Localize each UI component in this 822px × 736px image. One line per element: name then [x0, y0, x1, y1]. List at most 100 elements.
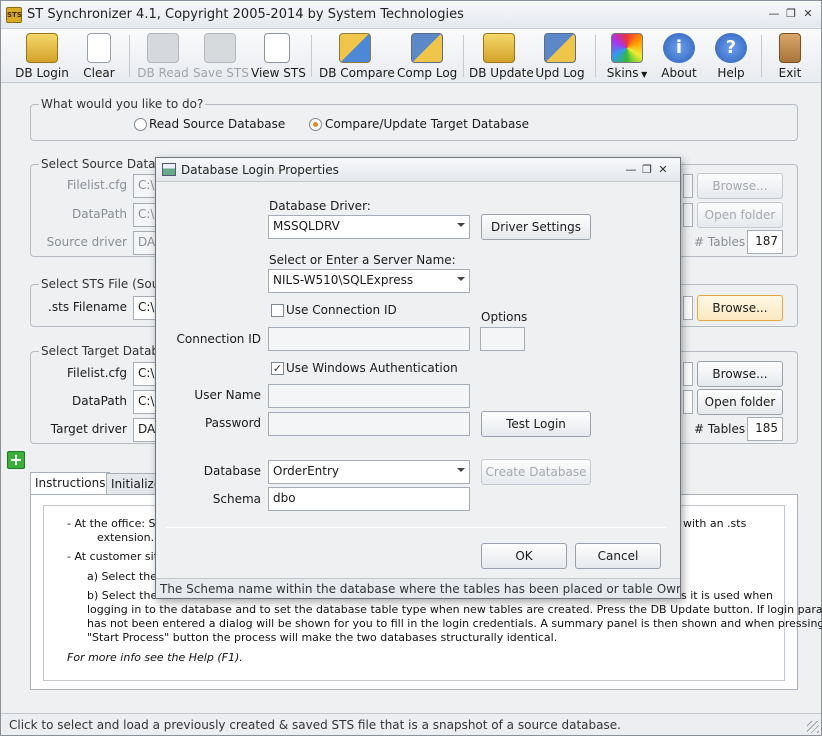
sts-filename-label: .sts Filename	[48, 300, 127, 314]
instructions-text: "Start Process" button the process will …	[87, 631, 558, 644]
instructions-text: logging in to the database and to set th…	[87, 603, 822, 616]
help-icon: ?	[715, 33, 747, 63]
toolbar-separator	[311, 35, 312, 77]
update-log-icon	[544, 33, 576, 63]
instructions-text: extension.	[97, 531, 155, 544]
target-open-folder-button[interactable]: Open folder	[697, 389, 783, 415]
create-database-button[interactable]: Create Database	[481, 459, 591, 485]
exit-door-icon	[779, 33, 801, 63]
view-document-icon	[264, 33, 290, 63]
cancel-button[interactable]: Cancel	[575, 543, 661, 569]
target-datapath-label: DataPath	[71, 394, 127, 408]
db-read-button[interactable]: DB Read	[137, 31, 189, 81]
source-open-folder-button[interactable]: Open folder	[697, 202, 783, 228]
add-plus-icon[interactable]: +	[7, 451, 25, 469]
dialog-divider	[166, 527, 666, 528]
instructions-text: has not been entered a dialog will be sh…	[87, 617, 822, 630]
database-compare-icon	[339, 33, 371, 63]
dialog-title: Database Login Properties	[181, 163, 339, 177]
read-source-label[interactable]: Read Source Database	[149, 117, 285, 131]
view-sts-button[interactable]: View STS	[251, 31, 306, 81]
chevron-down-icon	[457, 223, 465, 227]
sts-filename-field-end	[683, 296, 693, 320]
ok-button[interactable]: OK	[481, 543, 567, 569]
database-label: Database	[203, 464, 261, 478]
database-combo[interactable]: OrderEntry	[268, 460, 470, 484]
windows-auth-label[interactable]: Use Windows Authentication	[286, 361, 458, 375]
options-field[interactable]	[480, 327, 525, 351]
use-connection-id-label[interactable]: Use Connection ID	[286, 303, 397, 317]
target-filelist-label: Filelist.cfg	[67, 366, 127, 380]
test-login-button[interactable]: Test Login	[481, 411, 591, 437]
info-icon: i	[663, 33, 695, 63]
title-bar: STS ST Synchronizer 4.1, Copyright 2005-…	[1, 1, 821, 29]
instructions-text: - At customer site;	[67, 550, 169, 563]
toolbar-separator	[761, 35, 762, 77]
schema-field[interactable]: dbo	[268, 487, 470, 511]
tab-instructions[interactable]: Instructions	[30, 472, 111, 495]
chevron-down-icon	[457, 468, 465, 472]
toolbar-separator	[129, 35, 130, 77]
target-tables-count: 185	[747, 417, 783, 441]
status-bar: Click to select and load a previously cr…	[1, 713, 821, 735]
database-update-icon	[483, 33, 515, 63]
password-field[interactable]	[268, 412, 470, 436]
help-button[interactable]: ? Help	[709, 31, 753, 81]
instructions-text: - At the office: Sel	[67, 517, 166, 530]
schema-label: Schema	[212, 492, 261, 506]
instructions-help-note: For more info see the Help (F1).	[67, 651, 243, 664]
options-label: Options	[481, 310, 528, 324]
source-tables-count: 187	[747, 230, 783, 254]
driver-select-value: MSSQLDRV	[273, 219, 340, 233]
database-lock-icon	[26, 33, 58, 63]
close-icon[interactable]: ✕	[799, 6, 817, 22]
new-document-icon	[87, 33, 111, 63]
mode-group: What would you like to do? Read Source D…	[30, 97, 798, 141]
driver-settings-button[interactable]: Driver Settings	[481, 214, 591, 240]
tab-initialize[interactable]: Initialize	[106, 473, 156, 495]
source-filelist-field-end	[683, 174, 693, 198]
dialog-status-bar: The Schema name within the database wher…	[156, 578, 680, 598]
use-connection-id-checkbox[interactable]	[271, 304, 284, 317]
target-datapath-field-end	[683, 390, 693, 414]
skins-button[interactable]: Skins ▼	[603, 31, 651, 81]
save-sts-button[interactable]: Save STS	[193, 31, 249, 81]
source-browse-button[interactable]: Browse...	[697, 173, 783, 199]
comp-log-button[interactable]: Comp Log	[397, 31, 457, 81]
user-name-field[interactable]	[268, 384, 470, 408]
dialog-close-icon[interactable]: ✕	[654, 162, 672, 178]
source-tables-label: # Tables	[694, 235, 746, 249]
connection-id-label: Connection ID	[176, 332, 262, 346]
target-browse-button[interactable]: Browse...	[697, 361, 783, 387]
target-tables-label: # Tables	[694, 422, 746, 436]
color-palette-icon	[611, 33, 643, 63]
db-login-button[interactable]: DB Login	[13, 31, 71, 81]
db-update-button[interactable]: DB Update	[469, 31, 534, 81]
connection-id-field[interactable]	[268, 327, 470, 351]
clear-button[interactable]: Clear	[77, 31, 121, 81]
compare-update-label[interactable]: Compare/Update Target Database	[325, 117, 529, 131]
compare-update-radio[interactable]	[309, 118, 322, 131]
sts-browse-button[interactable]: Browse...	[697, 295, 783, 321]
compare-log-icon	[411, 33, 443, 63]
exit-button[interactable]: Exit	[771, 31, 809, 81]
server-combo[interactable]: NILS-W510\SQLExpress	[268, 269, 470, 293]
database-read-icon	[147, 33, 179, 63]
windows-auth-checkbox[interactable]: ✓	[271, 362, 284, 375]
restore-icon[interactable]: ❐	[782, 6, 800, 22]
source-driver-label: Source driver	[46, 235, 127, 249]
window-title: ST Synchronizer 4.1, Copyright 2005-2014…	[27, 7, 464, 22]
toolbar-separator	[463, 35, 464, 77]
dropdown-arrow-icon: ▼	[638, 70, 648, 79]
db-compare-button[interactable]: DB Compare	[319, 31, 395, 81]
target-driver-label: Target driver	[50, 422, 127, 436]
about-button[interactable]: i About	[657, 31, 701, 81]
minimize-icon[interactable]: —	[765, 6, 783, 22]
resize-grip-icon[interactable]	[807, 721, 819, 733]
source-filelist-label: Filelist.cfg	[67, 178, 127, 192]
read-source-radio[interactable]	[134, 118, 147, 131]
driver-select[interactable]: MSSQLDRV	[268, 215, 470, 239]
target-filelist-field-end	[683, 362, 693, 386]
upd-log-button[interactable]: Upd Log	[535, 31, 585, 81]
toolbar: DB Login Clear DB Read Save STS View STS…	[1, 29, 821, 83]
